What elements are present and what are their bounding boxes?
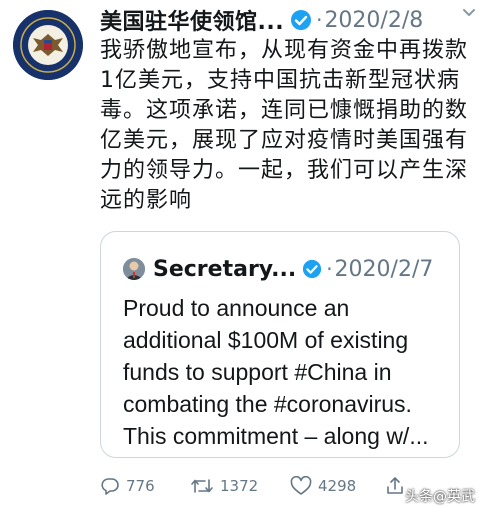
embassy-seal-icon	[13, 10, 83, 80]
chevron-down-icon[interactable]	[461, 4, 477, 25]
retweet-count: 1372	[220, 477, 259, 495]
heart-icon	[290, 476, 312, 495]
quoted-tweet-text: Proud to announce an additional $100M of…	[123, 295, 429, 449]
quoted-author-name[interactable]: Secretary...	[153, 257, 296, 282]
reply-button[interactable]: 776	[100, 471, 155, 501]
reply-count: 776	[126, 477, 155, 495]
share-button[interactable]	[385, 471, 405, 501]
share-icon	[387, 477, 403, 494]
verified-badge-icon	[290, 9, 312, 31]
retweet-button[interactable]: 1372	[190, 471, 258, 501]
quoted-tweet-header: Secretary... · 2020/2/7	[123, 254, 433, 284]
verified-badge-icon	[302, 259, 322, 279]
reply-icon	[101, 478, 119, 495]
watermark: 头条@英武	[405, 489, 475, 505]
quoted-tweet-date[interactable]: 2020/2/7	[335, 257, 434, 282]
tweet-text: 我骄傲地宣布，从现有资金中再拨款1亿美元，支持中国抗击新型冠状病毒。这项承诺，连…	[100, 38, 469, 213]
like-count: 4298	[318, 477, 357, 495]
quoted-tweet-card[interactable]: Secretary... · 2020/2/7 Proud to announc…	[100, 231, 460, 458]
separator-dot: ·	[316, 8, 323, 32]
tweet-header: 美国驻华使领馆... · 2020/2/8	[100, 4, 472, 36]
quoted-author-avatar[interactable]	[123, 258, 145, 280]
tweet-date[interactable]: 2020/2/8	[324, 8, 423, 33]
separator-dot: ·	[326, 257, 333, 281]
like-button[interactable]: 4298	[290, 471, 356, 501]
author-avatar[interactable]	[13, 10, 83, 80]
retweet-icon	[191, 479, 213, 493]
author-name[interactable]: 美国驻华使领馆...	[100, 4, 284, 36]
